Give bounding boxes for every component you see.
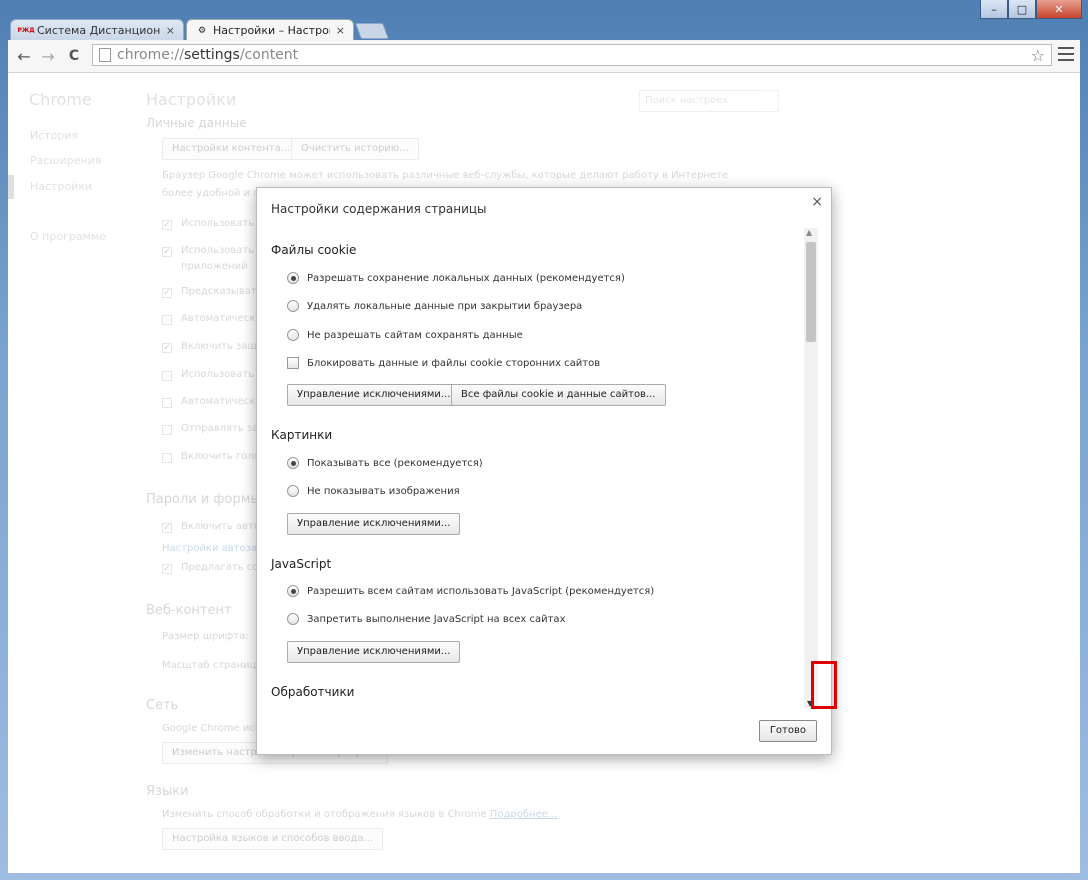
cookie-option-clear-on-exit[interactable]: Удалять локальные данные при закрытии бр… bbox=[287, 300, 582, 312]
images-option-show[interactable]: Показывать все (рекомендуется) bbox=[287, 457, 483, 469]
content-settings-dialog: Настройки содержания страницы × Файлы co… bbox=[256, 187, 832, 755]
page-icon bbox=[99, 48, 111, 62]
radio-button[interactable] bbox=[287, 300, 299, 312]
option-label: Не показывать изображения bbox=[307, 485, 460, 497]
scroll-up-arrow-icon[interactable]: ▲ bbox=[806, 228, 812, 237]
javascript-heading: JavaScript bbox=[271, 557, 332, 571]
tab-title: Система Дистанционног bbox=[37, 24, 160, 37]
radio-button[interactable] bbox=[287, 272, 299, 284]
tab-distance-system[interactable]: РЖД Система Дистанционног × bbox=[10, 19, 184, 41]
option-label: Разрешить всем сайтам использовать JavaS… bbox=[307, 585, 655, 597]
dialog-body: Файлы cookie Разрешать сохранение локаль… bbox=[257, 228, 817, 706]
radio-button[interactable] bbox=[287, 457, 299, 469]
dialog-scrollbar[interactable]: ▲ ▼ bbox=[804, 228, 818, 708]
images-heading: Картинки bbox=[271, 428, 333, 442]
bookmark-star-icon[interactable]: ☆ bbox=[1031, 46, 1045, 65]
url-scheme: chrome:// bbox=[117, 47, 184, 63]
radio-button[interactable] bbox=[287, 329, 299, 341]
javascript-manage-exceptions-button[interactable]: Управление исключениями... bbox=[287, 641, 461, 663]
done-button[interactable]: Готово bbox=[758, 720, 817, 742]
menu-icon[interactable] bbox=[1058, 47, 1074, 61]
forward-arrow-icon[interactable]: → bbox=[38, 46, 58, 66]
block-third-party-checkbox[interactable]: Блокировать данные и файлы cookie сторон… bbox=[287, 357, 600, 369]
dialog-title: Настройки содержания страницы bbox=[271, 202, 487, 216]
images-manage-exceptions-button[interactable]: Управление исключениями... bbox=[287, 513, 461, 535]
tab-title: Настройки – Настройки с bbox=[213, 24, 330, 37]
tab-close-icon[interactable]: × bbox=[336, 24, 345, 37]
gear-icon: ⚙ bbox=[197, 25, 207, 36]
javascript-option-allow[interactable]: Разрешить всем сайтам использовать JavaS… bbox=[287, 585, 654, 597]
handlers-heading: Обработчики bbox=[271, 685, 355, 699]
tab-close-icon[interactable]: × bbox=[166, 24, 175, 37]
cookie-manage-exceptions-button[interactable]: Управление исключениями... bbox=[287, 384, 461, 406]
scrollbar-thumb[interactable] bbox=[806, 242, 816, 342]
option-label: Блокировать данные и файлы cookie сторон… bbox=[307, 357, 601, 369]
highlight-box bbox=[811, 661, 837, 709]
option-label: Не разрешать сайтам сохранять данные bbox=[307, 329, 523, 341]
option-label: Запретить выполнение JavaScript на всех … bbox=[307, 613, 566, 625]
tab-settings[interactable]: ⚙ Настройки – Настройки с × bbox=[186, 19, 354, 41]
close-icon[interactable]: × bbox=[811, 194, 823, 210]
checkbox[interactable] bbox=[287, 357, 299, 369]
radio-button[interactable] bbox=[287, 613, 299, 625]
option-label: Показывать все (рекомендуется) bbox=[307, 457, 483, 469]
address-bar[interactable]: chrome://settings/content ☆ bbox=[92, 44, 1052, 66]
cookie-option-allow[interactable]: Разрешать сохранение локальных данных (р… bbox=[287, 272, 625, 284]
new-tab-button[interactable] bbox=[355, 23, 389, 39]
tab-strip: РЖД Система Дистанционног × ⚙ Настройки … bbox=[8, 17, 1088, 41]
url-path: /content bbox=[239, 47, 299, 63]
reload-icon[interactable]: C bbox=[64, 46, 84, 66]
back-arrow-icon[interactable]: ← bbox=[14, 46, 34, 66]
cookies-heading: Файлы cookie bbox=[271, 243, 357, 257]
option-label: Разрешать сохранение локальных данных (р… bbox=[307, 272, 625, 284]
option-label: Удалять локальные данные при закрытии бр… bbox=[307, 300, 583, 312]
cookie-option-block[interactable]: Не разрешать сайтам сохранять данные bbox=[287, 329, 523, 341]
radio-button[interactable] bbox=[287, 485, 299, 497]
all-cookies-button[interactable]: Все файлы cookie и данные сайтов... bbox=[451, 384, 666, 406]
javascript-option-block[interactable]: Запретить выполнение JavaScript на всех … bbox=[287, 613, 565, 625]
url-host: settings bbox=[184, 47, 240, 63]
browser-toolbar: ← → C chrome://settings/content ☆ bbox=[8, 40, 1080, 73]
images-option-hide[interactable]: Не показывать изображения bbox=[287, 485, 460, 497]
rzd-favicon-icon: РЖД bbox=[17, 27, 35, 34]
radio-button[interactable] bbox=[287, 585, 299, 597]
page-content: Chrome История Расширения Настройки О пр… bbox=[8, 73, 1080, 873]
browser-window: – □ ✕ РЖД Система Дистанционног × ⚙ Наст… bbox=[0, 0, 1088, 880]
